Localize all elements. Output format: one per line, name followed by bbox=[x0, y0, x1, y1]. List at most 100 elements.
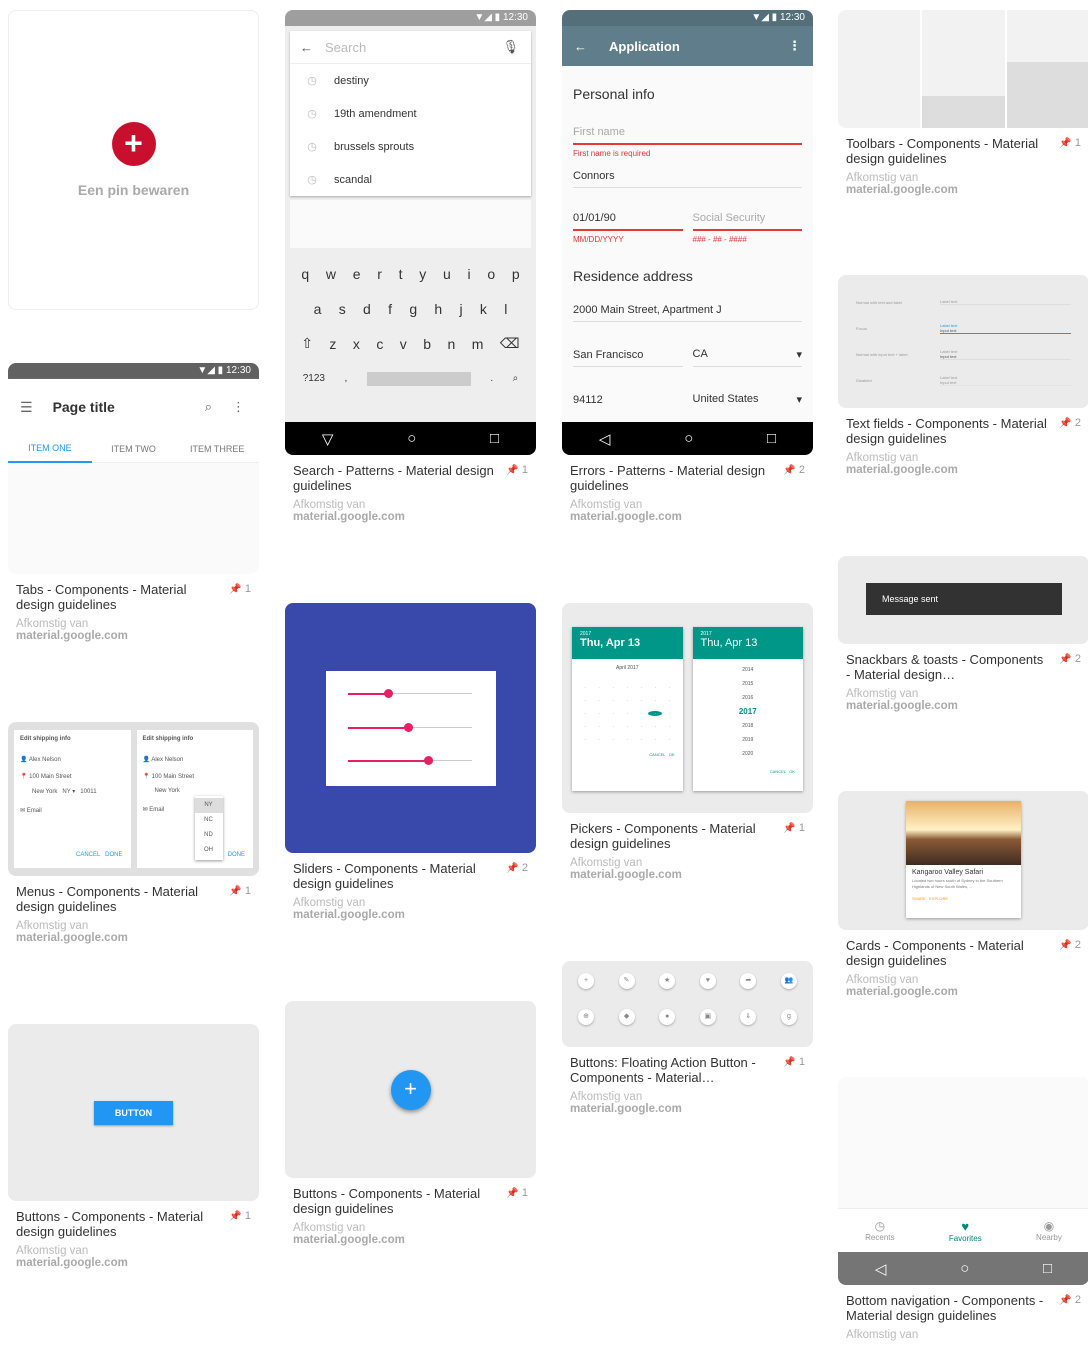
key: r bbox=[377, 265, 382, 282]
pin-image[interactable]: + bbox=[285, 1001, 536, 1178]
heart-icon: ♥ bbox=[699, 973, 716, 989]
pin-sliders[interactable]: Sliders - Components - Material design g… bbox=[285, 603, 536, 921]
keyboard: qwertyuiop asdfghjkl ⇧ z x c v b n m ⌫ ?123, . ⌕ bbox=[285, 248, 536, 396]
pin-image[interactable] bbox=[838, 10, 1088, 128]
key: u bbox=[442, 265, 451, 282]
heart-icon: ♥ bbox=[961, 1218, 970, 1234]
key: k bbox=[479, 300, 487, 317]
repin-count: 📌 1 bbox=[506, 1187, 528, 1199]
repin-count: 📌 1 bbox=[229, 1210, 251, 1222]
pin-title[interactable]: Sliders - Components - Material design g… bbox=[293, 861, 498, 891]
calendar-cell: · bbox=[640, 737, 642, 742]
key: i bbox=[467, 265, 471, 282]
plus-icon[interactable]: + bbox=[111, 122, 156, 166]
menu-icon: ☰ bbox=[20, 398, 33, 415]
pin-search[interactable]: ▼◢ ▮ 12:30 ← Search 🎙 ◷ destiny ◷ 19th ame… bbox=[285, 10, 536, 523]
pin-title[interactable]: Tabs - Components - Material design guid… bbox=[16, 582, 221, 612]
pin-textfields[interactable]: Normal with text and label Label text Foc… bbox=[838, 275, 1088, 476]
calendar-cell: · bbox=[640, 685, 642, 690]
year-item: 2020 bbox=[742, 751, 754, 757]
key: x bbox=[352, 335, 360, 352]
year-item: 2016 bbox=[742, 695, 754, 701]
pin-buttons-2[interactable]: + Buttons - Components - Material design… bbox=[285, 1001, 536, 1246]
pin-image[interactable] bbox=[285, 603, 536, 853]
pin-image[interactable]: ▼◢ ▮ 12:30 ☰ Page title ⌕ ⋮ ITEM ONE ITE… bbox=[8, 363, 259, 574]
pin-title[interactable]: Bottom navigation - Components - Materia… bbox=[846, 1293, 1051, 1323]
pin-tabs[interactable]: ▼◢ ▮ 12:30 ☰ Page title ⌕ ⋮ ITEM ONE ITE… bbox=[8, 363, 259, 642]
pin-fab[interactable]: + ✎ ★ ♥ ➦ 👥 ⊕ ◆ ● ▣ ⇓ g Buttons: Floating Action B… bbox=[562, 961, 813, 1115]
pin-toolbars[interactable]: Toolbars - Components - Material design … bbox=[838, 10, 1088, 196]
key: m bbox=[471, 335, 484, 352]
pin-image[interactable]: Kangaroo Valley Safari Located two hours… bbox=[838, 791, 1088, 930]
pin-title[interactable]: Cards - Components - Material design gui… bbox=[846, 938, 1051, 968]
pin-image[interactable]: Normal with text and label Label text Foc… bbox=[838, 275, 1088, 408]
pin-image[interactable]: BUTTON bbox=[8, 1024, 259, 1201]
calendar-cell: · bbox=[598, 698, 600, 703]
history-icon: ◷ bbox=[874, 1219, 886, 1233]
calendar-cell: · bbox=[584, 685, 586, 690]
pin-title[interactable]: Toolbars - Components - Material design … bbox=[846, 136, 1051, 166]
pin-title[interactable]: Snackbars & toasts - Components - Materi… bbox=[846, 652, 1051, 682]
back-icon: ◁ bbox=[874, 1260, 887, 1278]
pin-menus[interactable]: Edit shipping info 👤 Alex Nelson 📍 100 M… bbox=[8, 722, 259, 944]
location-icon: ◉ bbox=[1043, 1219, 1055, 1233]
status-bar: ▼◢ ▮ 12:30 bbox=[562, 10, 813, 26]
people-icon: 👥 bbox=[780, 973, 797, 989]
pin-cards[interactable]: Kangaroo Valley Safari Located two hours… bbox=[838, 791, 1088, 998]
pin-title[interactable]: Text fields - Components - Material desi… bbox=[846, 416, 1051, 446]
year-item: 2015 bbox=[742, 681, 754, 687]
repin-count: 📌 2 bbox=[506, 862, 528, 874]
pin-icon: 📌 bbox=[783, 1057, 796, 1068]
pin-snackbar[interactable]: Message sent Snackbars & toasts - Compon… bbox=[838, 556, 1088, 712]
pin-title[interactable]: Errors - Patterns - Material design guid… bbox=[570, 463, 775, 493]
key: s bbox=[338, 300, 346, 317]
pin-image[interactable]: + ✎ ★ ♥ ➦ 👥 ⊕ ◆ ● ▣ ⇓ g bbox=[562, 961, 813, 1047]
pin-buttons[interactable]: BUTTON Buttons - Components - Material d… bbox=[8, 1024, 259, 1269]
back-icon: ▽ bbox=[321, 430, 334, 448]
pin-title[interactable]: Menus - Components - Material design gui… bbox=[16, 884, 221, 914]
sunset-image bbox=[906, 801, 1021, 865]
key: g bbox=[409, 300, 418, 317]
pin-image[interactable]: 2017 Thu, Apr 13 April 2017 · · · · · · · · · · · · ·… bbox=[562, 603, 813, 813]
pin-icon: 📌 bbox=[783, 465, 796, 476]
calendar-cell: · bbox=[648, 711, 663, 716]
more-icon: ⋮ bbox=[232, 399, 245, 414]
slider-thumb bbox=[383, 688, 393, 698]
pin-image[interactable]: Edit shipping info 👤 Alex Nelson 📍 100 M… bbox=[8, 722, 259, 876]
diamond-icon: ◆ bbox=[618, 1009, 635, 1025]
pin-title[interactable]: Pickers - Components - Material design g… bbox=[570, 821, 775, 851]
search-input[interactable]: Search bbox=[325, 40, 366, 55]
target-icon: ⊕ bbox=[578, 1009, 594, 1025]
key: a bbox=[313, 300, 322, 317]
calendar-cell: · bbox=[640, 724, 642, 729]
key: h bbox=[434, 300, 443, 317]
pin-bottomnav[interactable]: ◷ Recents ♥ Favorites ◉ Nearby ◁ ○ □ Bottom n… bbox=[838, 1077, 1088, 1341]
pin-title[interactable]: Buttons: Floating Action Button - Compon… bbox=[570, 1055, 775, 1085]
shift-icon: ⇧ bbox=[301, 335, 313, 351]
pin-errors[interactable]: ▼◢ ▮ 12:30 ← Application ⋮ Personal info F… bbox=[562, 10, 813, 523]
calendar-cell: · bbox=[626, 724, 628, 729]
pin-pickers[interactable]: 2017 Thu, Apr 13 April 2017 · · · · · · · · · · · · ·… bbox=[562, 603, 813, 881]
mic-icon: 🎙 bbox=[502, 39, 519, 54]
pin-image[interactable]: ▼◢ ▮ 12:30 ← Search 🎙 ◷ destiny ◷ 19th ame… bbox=[285, 10, 536, 455]
pin-icon: 📌 bbox=[229, 584, 242, 595]
key: t bbox=[398, 265, 403, 282]
year-item: 2019 bbox=[742, 737, 754, 743]
gplus-icon: g bbox=[780, 1009, 797, 1025]
pin-grid: + Een pin bewaren ▼◢ ▮ 12:30 ☰ Page titl… bbox=[0, 0, 1088, 1354]
repin-count: 📌 2 bbox=[1059, 653, 1081, 665]
calendar-cell: · bbox=[668, 698, 671, 703]
save-pin-card[interactable]: + Een pin bewaren bbox=[8, 10, 259, 310]
key: b bbox=[423, 335, 432, 352]
pin-image[interactable]: ◷ Recents ♥ Favorites ◉ Nearby ◁ ○ □ bbox=[838, 1077, 1088, 1285]
pin-image[interactable]: Message sent bbox=[838, 556, 1088, 644]
repin-count: 📌 2 bbox=[1059, 1294, 1081, 1306]
back-arrow-icon: ← bbox=[300, 39, 313, 55]
calendar-cell: · bbox=[584, 737, 586, 742]
pin-image[interactable]: ▼◢ ▮ 12:30 ← Application ⋮ Personal info F… bbox=[562, 10, 813, 455]
pin-title[interactable]: Buttons - Components - Material design g… bbox=[293, 1186, 498, 1216]
pin-title[interactable]: Buttons - Components - Material design g… bbox=[16, 1209, 221, 1239]
pin-title[interactable]: Search - Patterns - Material design guid… bbox=[293, 463, 498, 493]
save-pin-label: Een pin bewaren bbox=[77, 182, 190, 198]
key: v bbox=[399, 335, 407, 352]
